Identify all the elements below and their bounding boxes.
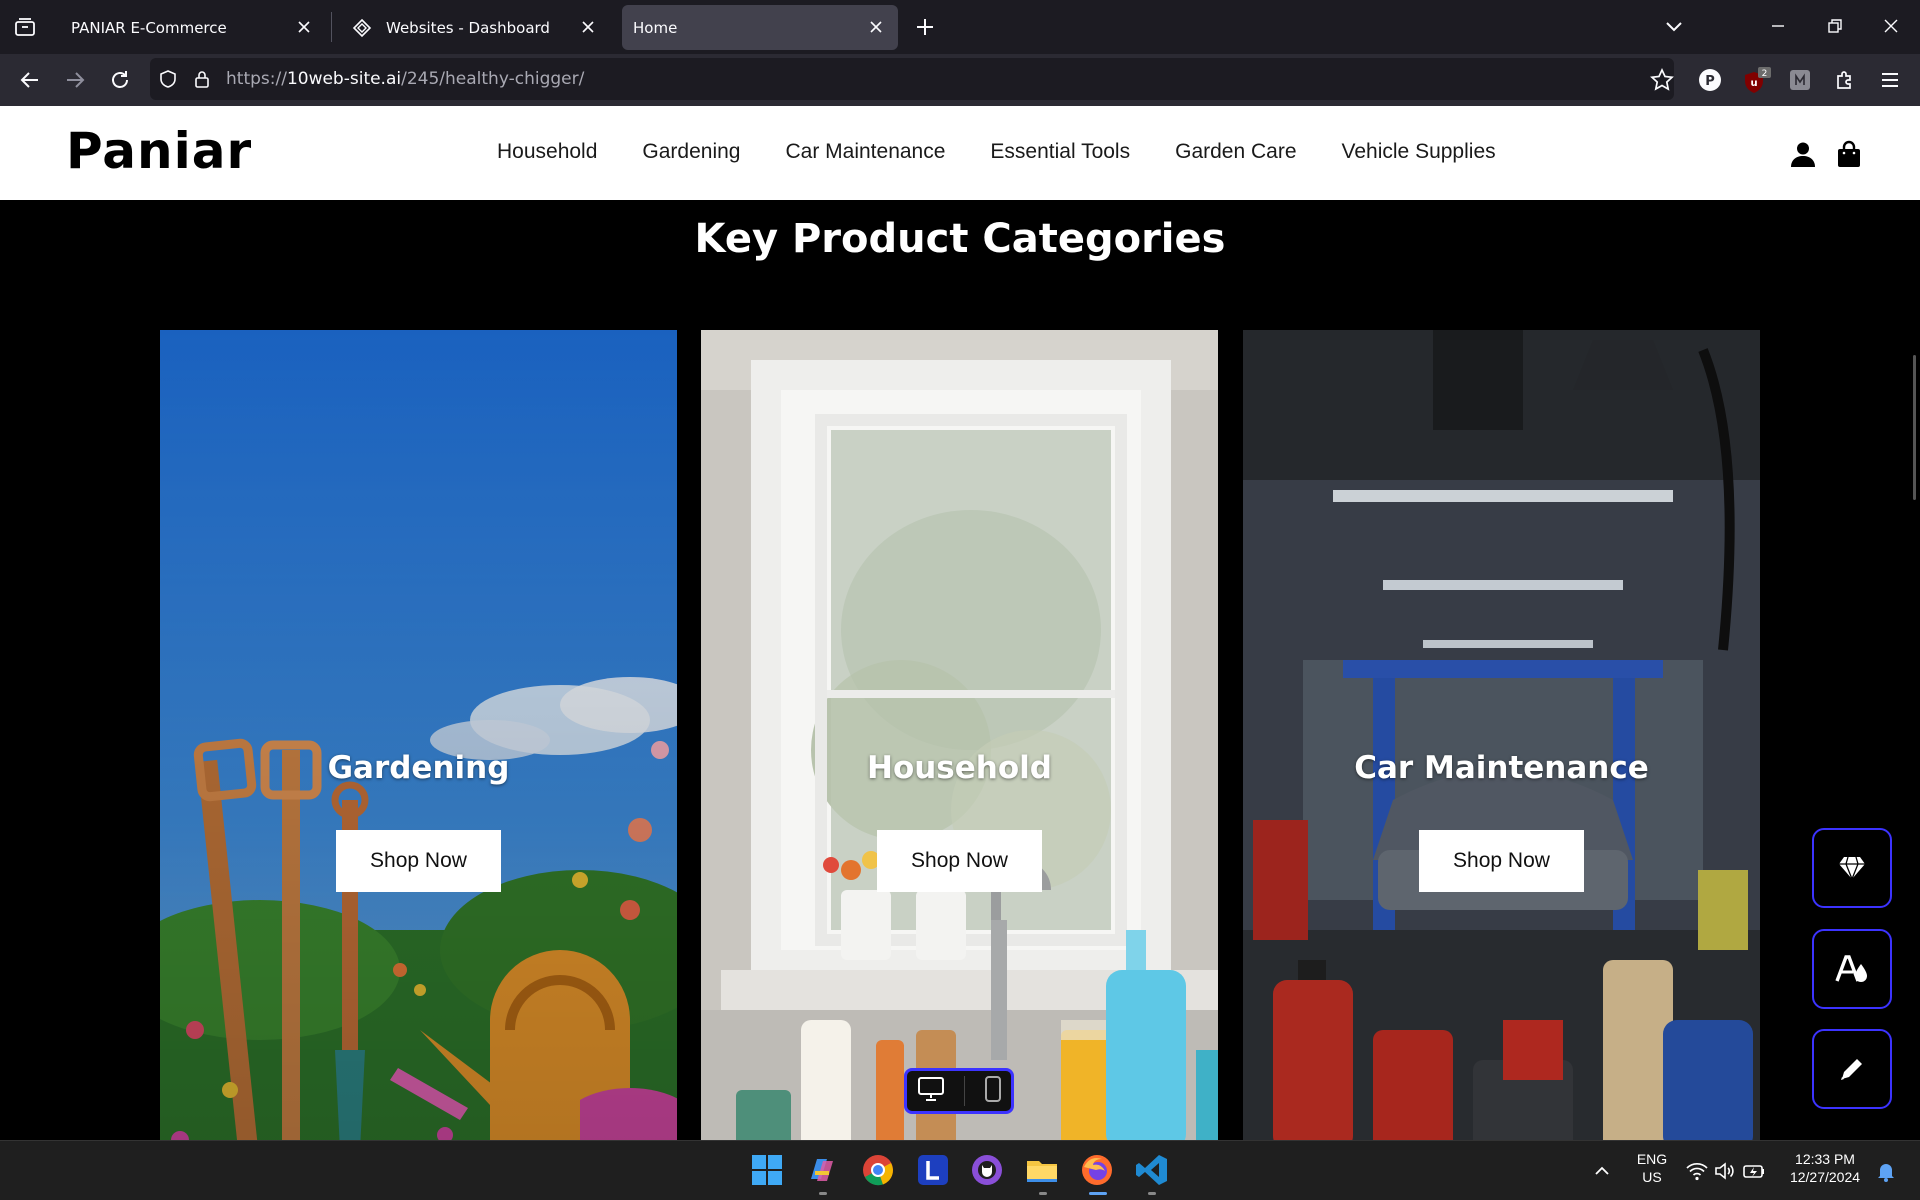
url-path: /245/healthy-chigger/ <box>401 69 585 89</box>
ublock-badge: 2 <box>1762 69 1768 79</box>
category-card-household[interactable]: Household Shop Now <box>701 330 1218 1140</box>
l-app-icon[interactable] <box>916 1153 950 1187</box>
windows-start-icon[interactable] <box>750 1153 784 1187</box>
tab-title: Websites - Dashboard <box>386 18 550 37</box>
shopping-bag-icon[interactable] <box>1835 140 1863 168</box>
tab-list-icon[interactable] <box>12 15 38 39</box>
firefox-icon[interactable] <box>1080 1153 1114 1187</box>
chevron-up-icon[interactable] <box>1590 1159 1614 1183</box>
card-title: Car Maintenance <box>1354 750 1649 786</box>
pencil-icon <box>1841 1059 1862 1080</box>
clock-date: 12/27/2024 <box>1789 1169 1861 1185</box>
toggle-divider <box>963 1076 965 1106</box>
category-card-gardening[interactable]: Gardening Shop Now <box>160 330 677 1140</box>
main-menu: Household Gardening Car Maintenance Esse… <box>497 140 1541 164</box>
reload-icon[interactable] <box>107 67 133 93</box>
shop-now-button[interactable]: Shop Now <box>336 830 501 892</box>
hamburger-menu-icon[interactable] <box>1877 67 1903 93</box>
taskbar-running-indicator <box>1039 1192 1047 1195</box>
url-scheme: https:// <box>226 69 287 89</box>
tab-websites-dashboard[interactable]: Websites - Dashboard <box>336 5 610 50</box>
taskbar-running-indicator <box>819 1192 827 1195</box>
profile-letter: P <box>1705 74 1715 89</box>
mobile-view-icon[interactable] <box>984 1075 1002 1107</box>
user-account-icon[interactable] <box>1789 140 1817 168</box>
volume-icon[interactable] <box>1713 1159 1737 1183</box>
language-indicator[interactable]: ENG US <box>1628 1151 1676 1185</box>
chrome-icon[interactable] <box>861 1153 895 1187</box>
windows-taskbar: ENG US 12:33 PM 12/27/2024 <box>0 1140 1920 1200</box>
clock[interactable]: 12:33 PM 12/27/2024 <box>1780 1151 1870 1185</box>
tenweb-favicon-icon <box>352 18 372 38</box>
notification-bell-icon[interactable] <box>1874 1159 1898 1183</box>
svg-text:u: u <box>1750 78 1757 89</box>
vscode-icon[interactable] <box>1135 1153 1169 1187</box>
site-logo[interactable]: Paniar <box>66 122 252 180</box>
diamond-icon <box>1839 856 1865 881</box>
font-color-icon <box>1835 955 1867 982</box>
close-tab-icon[interactable] <box>578 17 598 37</box>
close-tab-icon[interactable] <box>866 17 886 37</box>
ext-square-icon[interactable] <box>1787 67 1813 93</box>
minimize-icon[interactable] <box>1766 14 1790 38</box>
battery-charging-icon[interactable] <box>1742 1159 1766 1183</box>
typography-color-tool-button[interactable] <box>1812 929 1892 1009</box>
tab-home[interactable]: Home <box>622 5 898 50</box>
device-preview-toggle <box>904 1068 1014 1114</box>
tab-paniar-ecommerce[interactable]: PANIAR E-Commerce <box>54 5 326 50</box>
shield-icon[interactable] <box>158 69 178 89</box>
page-content: Key Product Categories Gardening Shop No… <box>0 200 1920 1140</box>
copilot-icon[interactable] <box>805 1153 839 1187</box>
shop-now-button[interactable]: Shop Now <box>877 830 1042 892</box>
clock-time: 12:33 PM <box>1795 1151 1855 1167</box>
back-arrow-icon[interactable] <box>17 67 43 93</box>
profile-p-icon[interactable]: P <box>1697 67 1723 93</box>
address-bar[interactable]: https://10web-site.ai/245/healthy-chigge… <box>150 58 1674 100</box>
language-code: ENG <box>1636 1151 1668 1167</box>
menu-item-gardening[interactable]: Gardening <box>642 140 740 164</box>
desktop-view-icon[interactable] <box>917 1076 945 1106</box>
card-title: Gardening <box>327 750 510 786</box>
close-window-icon[interactable] <box>1879 14 1903 38</box>
gardening-image <box>160 330 677 1140</box>
menu-item-vehicle-supplies[interactable]: Vehicle Supplies <box>1342 140 1496 164</box>
restore-icon[interactable] <box>1823 14 1847 38</box>
diamond-tool-button[interactable] <box>1812 828 1892 908</box>
lock-icon[interactable] <box>192 69 212 89</box>
household-image <box>701 330 1218 1140</box>
tab-title: PANIAR E-Commerce <box>71 18 227 37</box>
page-scrollbar[interactable] <box>1913 355 1916 500</box>
shop-now-button[interactable]: Shop Now <box>1419 830 1584 892</box>
bookmark-star-icon[interactable] <box>1649 67 1675 93</box>
url-host: 10web-site.ai <box>286 69 402 89</box>
section-title: Key Product Categories <box>694 216 1226 262</box>
browser-nav-bar: https://10web-site.ai/245/healthy-chigge… <box>0 54 1920 106</box>
browser-tab-bar: PANIAR E-Commerce Websites - Dashboard H… <box>0 0 1920 54</box>
close-tab-icon[interactable] <box>294 17 314 37</box>
tab-title: Home <box>633 18 678 37</box>
extensions-puzzle-icon[interactable] <box>1832 67 1858 93</box>
wifi-icon[interactable] <box>1685 1159 1709 1183</box>
tab-divider <box>331 12 332 42</box>
taskbar-active-indicator <box>1089 1192 1107 1195</box>
file-explorer-icon[interactable] <box>1025 1153 1059 1187</box>
menu-item-household[interactable]: Household <box>497 140 597 164</box>
language-region: US <box>1642 1169 1662 1185</box>
category-card-car-maintenance[interactable]: Car Maintenance Shop Now <box>1243 330 1760 1140</box>
taskbar-running-indicator <box>1148 1192 1156 1195</box>
forward-arrow-icon[interactable] <box>62 67 88 93</box>
github-icon[interactable] <box>970 1153 1004 1187</box>
menu-item-essential-tools[interactable]: Essential Tools <box>990 140 1130 164</box>
menu-item-garden-care[interactable]: Garden Care <box>1175 140 1296 164</box>
menu-item-car-maintenance[interactable]: Car Maintenance <box>785 140 945 164</box>
new-tab-icon[interactable] <box>912 14 938 40</box>
card-title: Household <box>867 750 1052 786</box>
edit-pen-tool-button[interactable] <box>1812 1029 1892 1109</box>
site-header: Paniar Household Gardening Car Maintenan… <box>0 106 1920 200</box>
chevron-down-icon[interactable] <box>1662 14 1686 38</box>
car-maintenance-image <box>1243 330 1760 1140</box>
ublock-icon[interactable]: u2 <box>1742 67 1771 93</box>
url-text[interactable]: https://10web-site.ai/245/healthy-chigge… <box>226 69 584 89</box>
